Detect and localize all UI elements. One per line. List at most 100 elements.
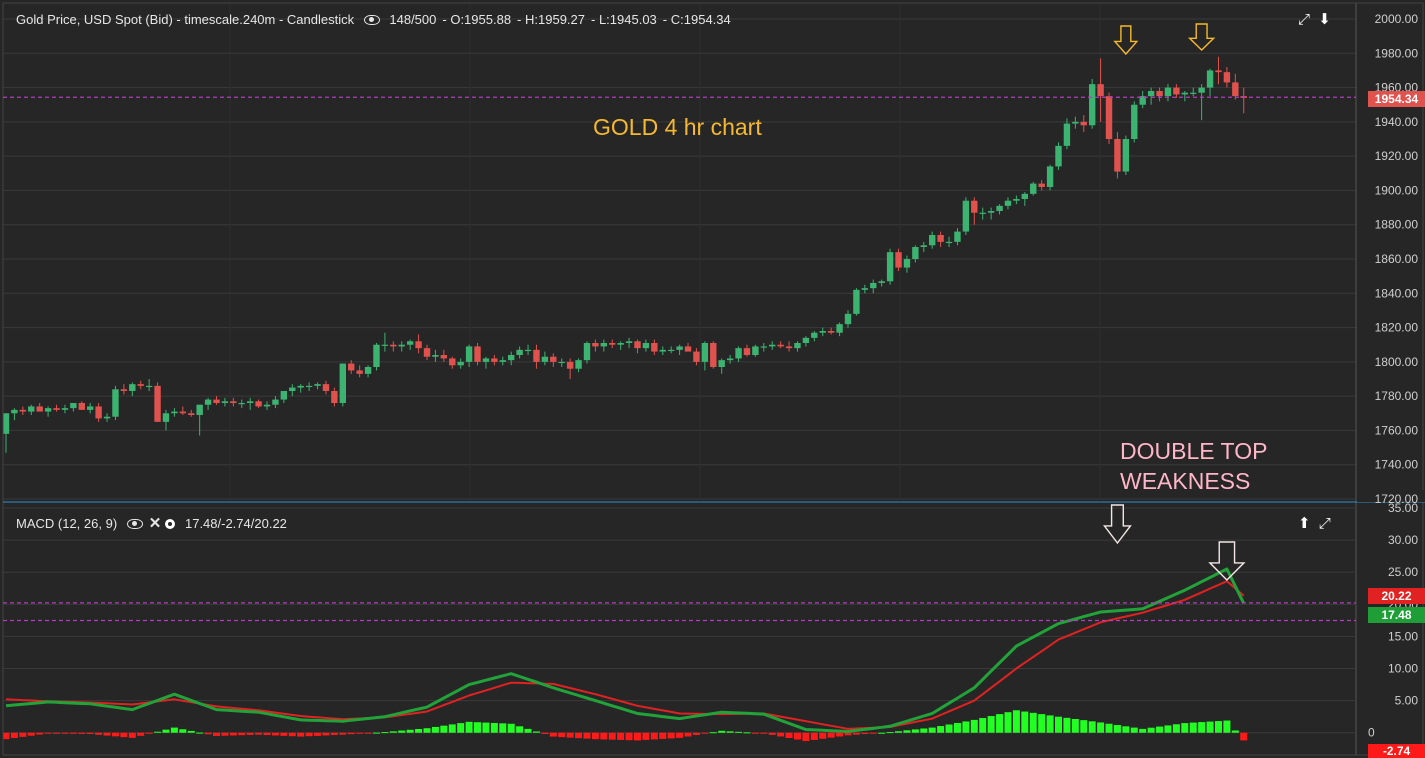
price-tick-label: 1940.00 [1375, 115, 1419, 129]
candle [44, 408, 52, 412]
candle [230, 401, 237, 403]
price-tick-label: 1760.00 [1375, 423, 1419, 437]
candle [844, 313, 852, 325]
price-tick-label: 1800.00 [1375, 355, 1419, 369]
candle [752, 346, 759, 355]
eye-icon[interactable] [363, 15, 380, 25]
histogram-bar [878, 732, 886, 734]
histogram-bar [128, 732, 136, 738]
annotation-line-1: DOUBLE TOP [1120, 438, 1268, 464]
histogram-bar [1097, 722, 1105, 733]
candle [1198, 87, 1205, 93]
down-arrow-icon [1113, 25, 1139, 56]
candle [870, 283, 877, 289]
arrow-down-icon[interactable]: ⬇ [1318, 11, 1331, 28]
candle [339, 363, 346, 403]
histogram-bar [78, 732, 86, 734]
price-tick-label: 1920.00 [1375, 149, 1419, 163]
candle [566, 361, 574, 369]
candle [137, 384, 144, 386]
candle [811, 332, 818, 338]
candle [449, 358, 456, 366]
close-icon[interactable]: ✕ [149, 515, 162, 532]
histogram-bar [726, 731, 734, 733]
histogram-bar [111, 732, 119, 737]
histogram-bar [524, 728, 532, 733]
eye-icon[interactable] [126, 519, 143, 529]
candle [11, 409, 18, 414]
histogram-bar [819, 732, 827, 739]
candle [499, 360, 506, 362]
histogram-bar [1029, 712, 1037, 733]
candle [289, 387, 296, 391]
candle [272, 399, 279, 405]
candle [103, 416, 111, 419]
candle [667, 349, 675, 352]
histogram-bar [103, 732, 111, 736]
candle [617, 343, 624, 345]
candle [903, 259, 911, 268]
candle [246, 401, 254, 403]
histogram-bar [1046, 715, 1054, 733]
histogram-bar [701, 732, 709, 734]
histogram-bar [297, 732, 305, 737]
candle [1156, 91, 1163, 97]
histogram-bar [406, 729, 414, 733]
expand-icon[interactable]: ⤢ [1319, 515, 1331, 532]
macd-line [5, 567, 1246, 733]
candle [886, 252, 894, 282]
histogram-bar [591, 732, 599, 740]
candle [322, 384, 330, 391]
expand-icon[interactable]: ⤢ [1298, 11, 1310, 28]
histogram-bar [1172, 724, 1180, 733]
macd-title: MACD (12, 26, 9) [16, 516, 118, 531]
macd-values: 17.48/-2.74/20.22 [184, 516, 287, 531]
candle [600, 343, 608, 347]
candle [1173, 87, 1180, 95]
candle [550, 356, 557, 362]
macd-pane-controls: ⬆ ⤢ [1298, 514, 1331, 532]
candle [1038, 183, 1045, 187]
macd-tick-label: 15.00 [1388, 629, 1418, 643]
histogram-bar [1223, 720, 1231, 733]
candle [609, 343, 616, 345]
histogram-bar [1055, 716, 1062, 733]
histogram-bar [516, 726, 524, 733]
hist-value-badge: -2.74 [1368, 744, 1425, 758]
candle [684, 346, 692, 352]
candle [1105, 96, 1113, 139]
candle [188, 413, 195, 415]
histogram-bar [1113, 725, 1121, 733]
candle [179, 411, 187, 414]
histogram-bar [1004, 712, 1012, 733]
candle [1097, 84, 1104, 97]
histogram-bar [2, 732, 10, 740]
histogram-bar [987, 716, 995, 733]
candle [221, 401, 229, 403]
candle [120, 389, 128, 391]
histogram-bar [305, 732, 313, 737]
histogram-bar [179, 729, 187, 733]
candle [878, 281, 885, 283]
candle [592, 343, 599, 347]
price-tick-label: 1880.00 [1375, 218, 1419, 232]
candle [305, 385, 313, 388]
candle [255, 401, 262, 407]
arrow-up-icon[interactable]: ⬆ [1298, 515, 1311, 532]
histogram-bar [482, 722, 490, 733]
candle [1072, 121, 1079, 124]
gear-icon[interactable] [165, 519, 176, 529]
histogram-bar [322, 732, 330, 736]
candle [524, 349, 532, 352]
candle [53, 408, 60, 410]
histogram-bar [743, 732, 751, 734]
price-tick-label: 1740.00 [1375, 458, 1419, 472]
candle [1215, 70, 1222, 73]
candle [154, 385, 161, 422]
histogram-bar [255, 732, 263, 735]
histogram-bar [271, 732, 279, 736]
histogram-bar [154, 731, 162, 733]
histogram-bar [221, 732, 229, 736]
histogram-bar [1139, 728, 1147, 733]
histogram-bar [970, 719, 978, 733]
